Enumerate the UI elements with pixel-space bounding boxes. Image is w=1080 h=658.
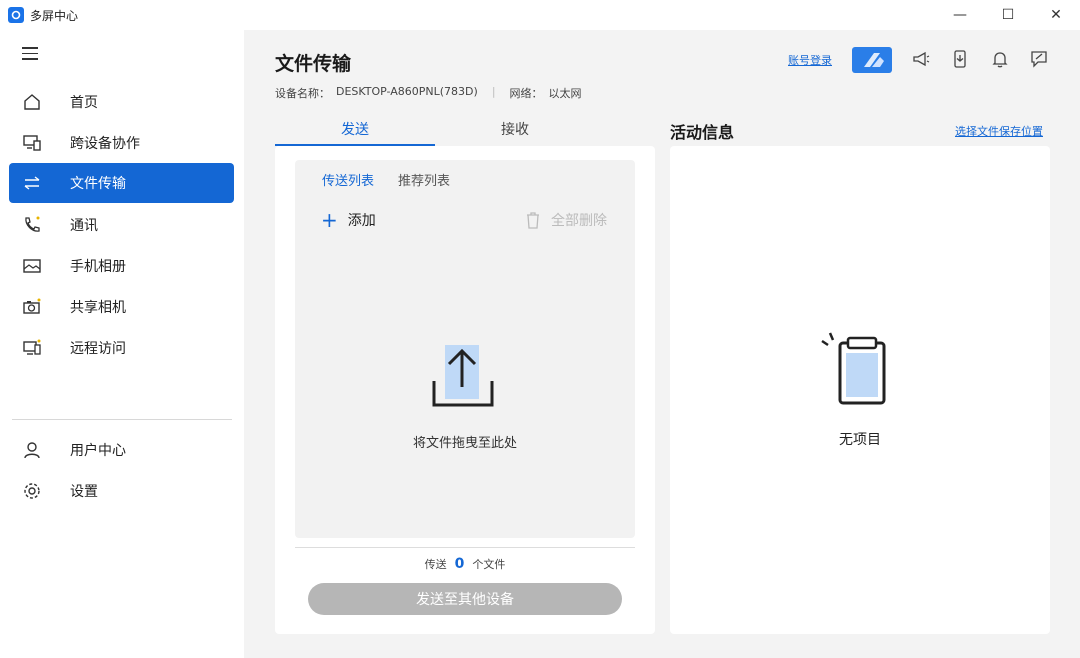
close-button[interactable]: ✕ bbox=[1032, 0, 1080, 30]
home-icon bbox=[20, 90, 44, 114]
maximize-button[interactable]: ☐ bbox=[984, 0, 1032, 30]
sidebar-item-label: 文件传输 bbox=[70, 176, 126, 192]
choose-save-location-link[interactable]: 选择文件保存位置 bbox=[955, 123, 1043, 139]
megaphone-icon[interactable] bbox=[910, 48, 932, 70]
file-drop-area[interactable]: 传送列表 推荐列表 + 添加 全部删除 将文件拖曳至此处 bbox=[295, 160, 635, 538]
phone-icon bbox=[20, 213, 44, 237]
account-login-link[interactable]: 账号登录 bbox=[788, 52, 832, 68]
panel-divider bbox=[295, 547, 635, 548]
add-file-label: 添加 bbox=[347, 213, 376, 229]
sidebar-item-label: 手机相册 bbox=[70, 259, 126, 275]
notification-bell-icon[interactable] bbox=[989, 48, 1011, 70]
plus-icon: + bbox=[321, 208, 338, 232]
send-to-device-button[interactable]: 发送至其他设备 bbox=[308, 583, 622, 615]
empty-clipboard-icon bbox=[818, 329, 888, 411]
sidebar-item-home[interactable]: 首页 bbox=[9, 82, 234, 122]
device-name-label: 设备名称： bbox=[275, 87, 330, 100]
main-content: 文件传输 设备名称： DESKTOP-A860PNL(783D) | 网络： 以… bbox=[244, 30, 1080, 658]
info-separator: | bbox=[491, 85, 496, 98]
devices-icon bbox=[20, 131, 44, 155]
sidebar-item-label: 设置 bbox=[70, 484, 98, 500]
window-controls: — ☐ ✕ bbox=[936, 0, 1080, 30]
list-subtabs: 传送列表 推荐列表 bbox=[322, 170, 474, 189]
transfer-icon bbox=[20, 171, 44, 195]
user-icon bbox=[20, 438, 44, 462]
sidebar-item-label: 首页 bbox=[70, 95, 98, 111]
delete-all-button[interactable]: 全部删除 bbox=[525, 210, 607, 230]
sidebar-item-shared-camera[interactable]: 共享相机 bbox=[9, 287, 234, 327]
upload-icon bbox=[431, 343, 499, 411]
delete-all-label: 全部删除 bbox=[551, 213, 607, 229]
sidebar-item-label: 用户中心 bbox=[70, 443, 126, 459]
count-suffix: 个文件 bbox=[472, 558, 506, 571]
gear-icon bbox=[20, 479, 44, 503]
app-logo-icon bbox=[8, 7, 24, 23]
page-title: 文件传输 bbox=[275, 53, 352, 75]
gallery-icon bbox=[20, 254, 44, 278]
sidebar-item-communication[interactable]: 通讯 bbox=[9, 205, 234, 245]
transfer-tabs: 发送 接收 bbox=[275, 114, 655, 146]
device-name-value: DESKTOP-A860PNL(783D) bbox=[336, 85, 478, 98]
sidebar-item-remote-access[interactable]: 远程访问 bbox=[9, 328, 234, 368]
sidebar: 首页 跨设备协作 文件传输 通讯 手机相册 共享相机 远程访问 用户中心 设置 bbox=[0, 30, 244, 658]
tab-receive[interactable]: 接收 bbox=[435, 114, 595, 146]
activity-panel: 无项目 bbox=[670, 146, 1050, 634]
activity-title: 活动信息 bbox=[670, 123, 735, 142]
menu-icon[interactable] bbox=[22, 47, 38, 61]
sidebar-divider bbox=[12, 419, 232, 420]
count-prefix: 传送 bbox=[424, 558, 447, 571]
empty-state-text: 无项目 bbox=[839, 432, 881, 448]
sidebar-item-settings[interactable]: 设置 bbox=[9, 471, 234, 511]
add-file-button[interactable]: + 添加 bbox=[321, 210, 376, 230]
window-title: 多屏中心 bbox=[30, 8, 79, 23]
drop-hint-text: 将文件拖曳至此处 bbox=[412, 436, 517, 451]
sidebar-item-label: 通讯 bbox=[70, 218, 98, 234]
sidebar-item-label: 远程访问 bbox=[70, 341, 126, 357]
network-label: 网络： bbox=[509, 87, 543, 100]
device-info: 设备名称： DESKTOP-A860PNL(783D) | 网络： 以太网 bbox=[275, 85, 582, 101]
sidebar-item-file-transfer[interactable]: 文件传输 bbox=[9, 163, 234, 203]
send-panel: 传送列表 推荐列表 + 添加 全部删除 将文件拖曳至此处 传送 0 个文件 发送… bbox=[275, 146, 655, 634]
sidebar-item-label: 跨设备协作 bbox=[70, 136, 140, 152]
count-value: 0 bbox=[454, 556, 465, 572]
sidebar-item-gallery[interactable]: 手机相册 bbox=[9, 246, 234, 286]
subtab-recommend-list[interactable]: 推荐列表 bbox=[398, 170, 450, 189]
minimize-button[interactable]: — bbox=[936, 0, 984, 30]
send-file-count: 传送 0 个文件 bbox=[275, 556, 655, 572]
network-value: 以太网 bbox=[548, 87, 582, 100]
promo-banner-button[interactable] bbox=[852, 47, 892, 73]
tab-send[interactable]: 发送 bbox=[275, 114, 435, 146]
trash-icon bbox=[525, 211, 541, 229]
subtab-send-list[interactable]: 传送列表 bbox=[322, 170, 374, 189]
download-app-icon[interactable] bbox=[949, 48, 971, 70]
camera-icon bbox=[20, 295, 44, 319]
sidebar-item-user-center[interactable]: 用户中心 bbox=[9, 430, 234, 470]
remote-icon bbox=[20, 336, 44, 360]
title-bar: 多屏中心 — ☐ ✕ bbox=[0, 0, 1080, 30]
feedback-icon[interactable] bbox=[1028, 48, 1050, 70]
sidebar-item-label: 共享相机 bbox=[70, 300, 126, 316]
sidebar-item-cross-device[interactable]: 跨设备协作 bbox=[9, 123, 234, 163]
